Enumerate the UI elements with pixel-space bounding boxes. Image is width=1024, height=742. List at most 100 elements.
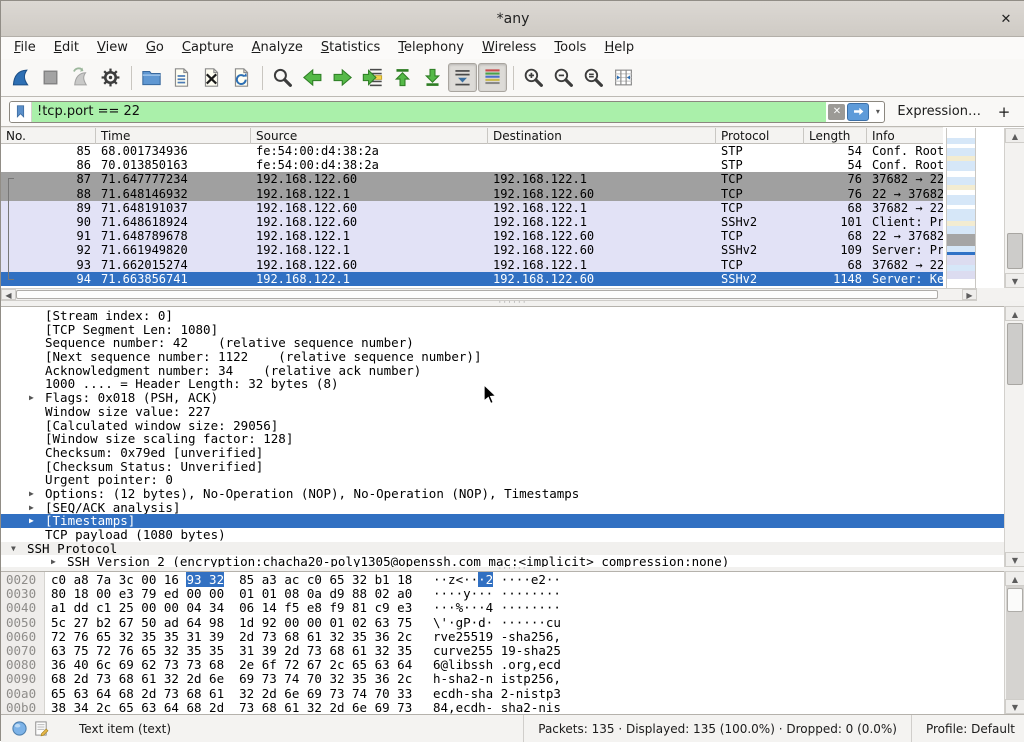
- go-first-packet-icon[interactable]: [388, 63, 417, 92]
- hex-row-0030[interactable]: 003080 18 00 e3 79 ed 00 00 01 01 08 0a …: [1, 587, 1004, 601]
- capture-options-icon[interactable]: [96, 63, 125, 92]
- scroll-right-icon[interactable]: ▶: [962, 289, 977, 300]
- scroll-up-icon[interactable]: ▲: [1005, 571, 1024, 586]
- expand-icon[interactable]: ▶: [51, 555, 56, 567]
- scroll-up-icon[interactable]: ▲: [1005, 306, 1024, 321]
- profile-status[interactable]: Profile: Default: [911, 715, 1024, 742]
- menu-file[interactable]: File: [5, 37, 45, 59]
- detail-line[interactable]: ▶Options: (12 bytes), No-Operation (NOP)…: [1, 487, 1004, 501]
- packet-minimap[interactable]: [946, 128, 976, 288]
- packet-list-scrollbar[interactable]: ▲ ▼: [1004, 128, 1024, 288]
- scroll-down-icon[interactable]: ▼: [1005, 552, 1024, 567]
- scroll-thumb[interactable]: [1007, 588, 1023, 612]
- menu-tools[interactable]: Tools: [545, 37, 595, 59]
- packet-row-86[interactable]: 8670.013850163fe:54:00:d4:38:2aSTP54Conf…: [1, 158, 943, 172]
- detail-line[interactable]: Acknowledgment number: 34 (relative ack …: [1, 364, 1004, 378]
- column-header-source[interactable]: Source: [251, 128, 488, 145]
- close-window-icon[interactable]: ✕: [995, 9, 1017, 31]
- packet-row-85[interactable]: 8568.001734936fe:54:00:d4:38:2aSTP54Conf…: [1, 144, 943, 158]
- colorize-icon[interactable]: [478, 63, 507, 92]
- zoom-original-icon[interactable]: [579, 63, 608, 92]
- detail-line[interactable]: 1000 .... = Header Length: 32 bytes (8): [1, 377, 1004, 391]
- packet-list-hscrollbar[interactable]: ◀ ▶: [1, 288, 977, 301]
- menu-help[interactable]: Help: [595, 37, 643, 59]
- open-file-icon[interactable]: [137, 63, 166, 92]
- hex-row-0050[interactable]: 00505c 27 b2 67 50 ad 64 98 1d 92 00 00 …: [1, 616, 1004, 630]
- detail-line[interactable]: TCP payload (1080 bytes): [1, 528, 1004, 542]
- hex-row-00b0[interactable]: 00b038 34 2c 65 63 64 68 2d 73 68 61 32 …: [1, 701, 1004, 714]
- zoom-in-icon[interactable]: [519, 63, 548, 92]
- scroll-track[interactable]: [1006, 586, 1024, 699]
- expand-icon[interactable]: ▶: [29, 501, 34, 515]
- menu-go[interactable]: Go: [137, 37, 173, 59]
- bytes-scrollbar[interactable]: ▲ ▼: [1004, 571, 1024, 714]
- title-bar[interactable]: *any ✕: [1, 1, 1024, 37]
- expand-icon[interactable]: ▶: [29, 487, 34, 501]
- hex-row-0020[interactable]: 0020c0 a8 7a 3c 00 16 93 32 85 a3 ac c0 …: [1, 573, 1004, 587]
- hex-row-0090[interactable]: 009068 2d 73 68 61 32 2d 6e 69 73 74 70 …: [1, 672, 1004, 686]
- scroll-thumb[interactable]: [1007, 323, 1023, 385]
- go-last-packet-icon[interactable]: [418, 63, 447, 92]
- capture-comment-icon[interactable]: [33, 720, 51, 738]
- detail-line[interactable]: [Next sequence number: 1122 (relative se…: [1, 350, 1004, 364]
- detail-line[interactable]: ▶[SEQ/ACK analysis]: [1, 501, 1004, 515]
- detail-line[interactable]: ▶SSH Version 2 (encryption:chacha20-poly…: [1, 555, 1004, 567]
- collapse-icon[interactable]: ▼: [11, 542, 16, 556]
- menu-capture[interactable]: Capture: [173, 37, 243, 59]
- scroll-left-icon[interactable]: ◀: [1, 289, 16, 300]
- menu-wireless[interactable]: Wireless: [473, 37, 545, 59]
- expert-info-icon[interactable]: [11, 720, 29, 738]
- detail-line[interactable]: Urgent pointer: 0: [1, 473, 1004, 487]
- detail-line[interactable]: Window size value: 227: [1, 405, 1004, 419]
- hex-row-0070[interactable]: 007063 75 72 76 65 32 35 35 31 39 2d 73 …: [1, 644, 1004, 658]
- packet-row-88[interactable]: 8871.648146932192.168.122.1192.168.122.6…: [1, 187, 943, 201]
- detail-line[interactable]: [Checksum Status: Unverified]: [1, 460, 1004, 474]
- column-header-info[interactable]: Info: [867, 128, 943, 145]
- auto-scroll-icon[interactable]: [448, 63, 477, 92]
- go-to-packet-icon[interactable]: [358, 63, 387, 92]
- display-filter-input[interactable]: [32, 102, 826, 122]
- detail-line[interactable]: Sequence number: 42 (relative sequence n…: [1, 336, 1004, 350]
- filter-history-caret-icon[interactable]: ▾: [871, 107, 884, 116]
- detail-line[interactable]: [Stream index: 0]: [1, 309, 1004, 323]
- packet-row-94[interactable]: 9471.663856741192.168.122.1192.168.122.6…: [1, 272, 943, 286]
- packet-row-89[interactable]: 8971.648191037192.168.122.60192.168.122.…: [1, 201, 943, 215]
- start-capture-icon[interactable]: [6, 63, 35, 92]
- details-scrollbar[interactable]: ▲ ▼: [1004, 306, 1024, 567]
- find-packet-icon[interactable]: [268, 63, 297, 92]
- add-filter-button[interactable]: +: [995, 103, 1013, 121]
- column-header-destination[interactable]: Destination: [488, 128, 716, 145]
- expand-icon[interactable]: ▶: [29, 391, 34, 405]
- packet-row-87[interactable]: 8771.647777234192.168.122.60192.168.122.…: [1, 172, 943, 186]
- menu-edit[interactable]: Edit: [45, 37, 88, 59]
- column-header-protocol[interactable]: Protocol: [716, 128, 804, 145]
- column-header-time[interactable]: Time: [96, 128, 251, 145]
- zoom-out-icon[interactable]: [549, 63, 578, 92]
- packet-row-91[interactable]: 9171.648789678192.168.122.1192.168.122.6…: [1, 229, 943, 243]
- detail-line[interactable]: Checksum: 0x79ed [unverified]: [1, 446, 1004, 460]
- detail-line[interactable]: ▶[Timestamps]: [1, 514, 1004, 528]
- go-back-icon[interactable]: [298, 63, 327, 92]
- scroll-down-icon[interactable]: ▼: [1005, 699, 1024, 714]
- detail-line[interactable]: ▼SSH Protocol: [1, 542, 1004, 556]
- scroll-down-icon[interactable]: ▼: [1005, 273, 1024, 288]
- hex-row-0080[interactable]: 008036 40 6c 69 62 73 73 68 2e 6f 72 67 …: [1, 658, 1004, 672]
- expression-button[interactable]: Expression…: [897, 104, 981, 119]
- scroll-track[interactable]: [1006, 321, 1024, 552]
- packet-row-92[interactable]: 9271.661949820192.168.122.1192.168.122.6…: [1, 243, 943, 257]
- expand-icon[interactable]: ▶: [29, 514, 34, 528]
- detail-line[interactable]: ▶Flags: 0x018 (PSH, ACK): [1, 391, 1004, 405]
- hex-row-00a0[interactable]: 00a065 63 64 68 2d 73 68 61 32 2d 6e 69 …: [1, 687, 1004, 701]
- hex-row-0040[interactable]: 0040a1 dd c1 25 00 00 04 34 06 14 f5 e8 …: [1, 601, 1004, 615]
- packet-row-93[interactable]: 9371.662015274192.168.122.60192.168.122.…: [1, 258, 943, 272]
- clear-filter-icon[interactable]: ✕: [828, 104, 845, 120]
- column-header-length[interactable]: Length: [804, 128, 867, 145]
- detail-line[interactable]: [TCP Segment Len: 1080]: [1, 323, 1004, 337]
- resize-columns-icon[interactable]: [609, 63, 638, 92]
- scroll-thumb[interactable]: [1007, 233, 1023, 269]
- save-file-icon[interactable]: [167, 63, 196, 92]
- apply-filter-icon[interactable]: [847, 103, 869, 121]
- column-header-no[interactable]: No.: [1, 128, 96, 145]
- hex-row-0060[interactable]: 006072 76 65 32 35 35 31 39 2d 73 68 61 …: [1, 630, 1004, 644]
- hscroll-thumb[interactable]: [16, 290, 938, 299]
